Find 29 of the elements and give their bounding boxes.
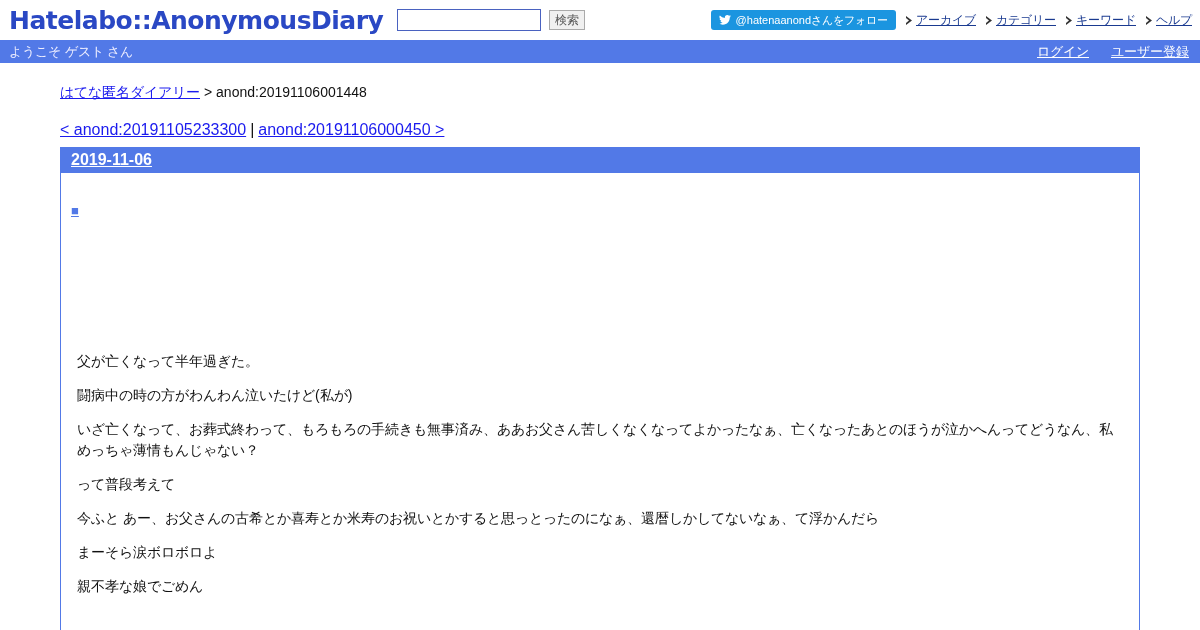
nav-link[interactable]: ヘルプ	[1146, 11, 1192, 29]
welcome-text: ようこそ ゲスト さん	[9, 42, 134, 61]
entry-paragraph: 父が亡くなって半年過ぎた。	[77, 352, 260, 371]
entry-paragraph: 親不孝な娘でごめん	[77, 577, 204, 596]
caret-icon	[1146, 15, 1152, 25]
date-link[interactable]: 2019-11-06	[71, 151, 152, 169]
caret-icon	[906, 15, 912, 25]
pager-separator: |	[250, 121, 255, 139]
breadcrumb-link[interactable]: はてな匿名ダイアリー	[60, 84, 200, 102]
entry-paragraph: 今ふと あー、お父さんの古希とか喜寿とか米寿のお祝いとかすると思っとったのになぁ、還暦しかしてないなぁ、て浮かんだら	[77, 509, 880, 528]
entry-paragraph: 闘病中の時の方がわんわん泣いたけど(私が)	[77, 386, 354, 405]
caret-icon	[986, 15, 992, 25]
prev-entry-link[interactable]: < anond:20191105233300	[60, 121, 247, 139]
entry-permalink[interactable]: ■	[71, 203, 79, 218]
nav-link[interactable]: カテゴリー	[986, 11, 1056, 29]
search-field[interactable]	[397, 9, 542, 31]
site-logo[interactable]: Hatelabo::AnonymousDiary	[9, 5, 384, 35]
search-button[interactable]: 検索	[549, 10, 586, 30]
entry-paragraph: いざ亡くなって、お葬式終わって、もろもろの手続きも無事済み、ああお父さん苦しくなくなってよかったなぁ、亡くなったあとのほうが泣かへんってどうなん、私めっちゃ薄情もんじゃない？	[77, 420, 1114, 460]
caret-icon	[1066, 15, 1072, 25]
bird-icon	[718, 15, 731, 25]
account-link[interactable]: ログイン	[1037, 42, 1089, 61]
account-link[interactable]: ユーザー登録	[1111, 42, 1189, 61]
nav-link[interactable]: アーカイブ	[906, 11, 976, 29]
nav-link[interactable]: キーワード	[1066, 11, 1136, 29]
next-entry-link[interactable]: anond:20191106000450 >	[258, 121, 445, 139]
entry-paragraph: って普段考えて	[77, 475, 176, 494]
breadcrumb-current: > anond:20191106001448	[204, 84, 367, 102]
entry-paragraph: まーそら涙ボロボロよ	[77, 543, 218, 562]
